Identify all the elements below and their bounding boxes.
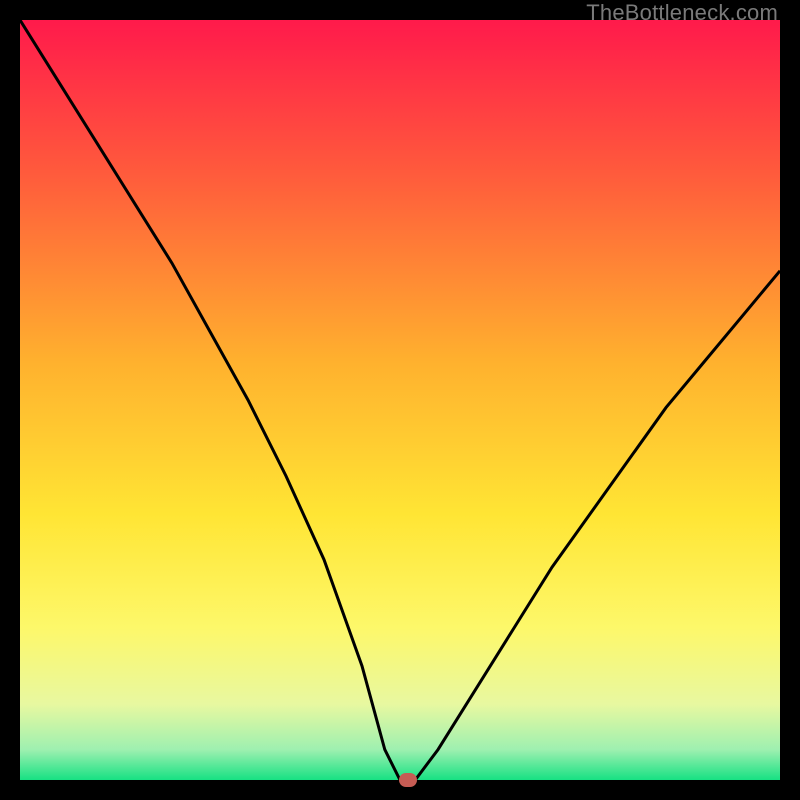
optimal-point-marker [399, 773, 417, 787]
gradient-background [20, 20, 780, 780]
chart-frame [20, 20, 780, 780]
bottleneck-chart [20, 20, 780, 780]
watermark-text: TheBottleneck.com [586, 0, 778, 26]
